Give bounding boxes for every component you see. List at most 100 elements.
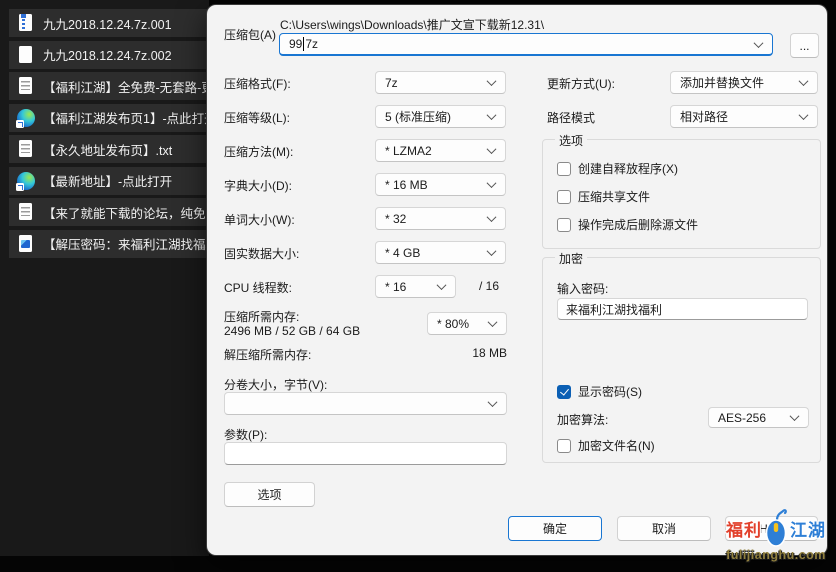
ok-button[interactable]: 确定 — [508, 516, 602, 541]
watermark-text-right: 江湖 — [790, 516, 826, 541]
options-button[interactable]: 选项 — [224, 482, 315, 507]
archive-part-file-icon — [17, 14, 35, 32]
memory-percent-select[interactable]: * 80% — [427, 312, 507, 335]
method-select[interactable]: * LZMA2 — [375, 139, 506, 162]
options-group-title: 选项 — [555, 132, 587, 149]
solid-block-select[interactable]: * 4 GB — [375, 241, 506, 264]
dictionary-select[interactable]: * 16 MB — [375, 173, 506, 196]
update-mode-select[interactable]: 添加并替换文件 — [670, 71, 818, 94]
file-name: 九九2018.12.24.7z.001 — [43, 14, 172, 33]
path-mode-value: 相对路径 — [680, 108, 728, 125]
list-item[interactable]: 【最新地址】-点此打开 — [9, 167, 209, 195]
format-select[interactable]: 7z — [375, 71, 506, 94]
delete-after-checkbox-label: 操作完成后删除源文件 — [578, 216, 698, 233]
volume-size-label: 分卷大小，字节(V): — [224, 376, 327, 393]
archive-name-input[interactable]: 997z — [279, 33, 773, 56]
add-to-archive-dialog: 压缩包(A) C:\Users\wings\Downloads\推广文宣下载新1… — [207, 5, 827, 555]
sfx-checkbox[interactable]: 创建自释放程序(X) — [557, 160, 678, 177]
cpu-threads-select[interactable]: * 16 — [375, 275, 456, 298]
mouse-icon — [763, 508, 789, 548]
cpu-threads-value: * 16 — [385, 280, 406, 294]
format-value: 7z — [385, 76, 398, 90]
archive-label: 压缩包(A) — [224, 26, 276, 43]
encryption-method-select[interactable]: AES-256 — [708, 407, 809, 428]
delete-after-checkbox[interactable]: 操作完成后删除源文件 — [557, 216, 698, 233]
update-mode-value: 添加并替换文件 — [680, 74, 764, 91]
compress-memory-detail: 2496 MB / 52 GB / 64 GB — [224, 324, 360, 338]
text-file-icon — [17, 203, 35, 221]
archive-name-before-caret: 99 — [289, 37, 302, 51]
format-label: 压缩格式(F): — [224, 75, 291, 92]
browse-button-label: ... — [799, 39, 809, 53]
encryption-group: 加密 输入密码: 显示密码(S) 加密算法: AES-256 加密文件名(N) — [542, 257, 821, 463]
file-name: 九九2018.12.24.7z.002 — [43, 45, 172, 64]
list-item[interactable]: 九九2018.12.24.7z.002 — [9, 41, 209, 69]
word-size-label: 单词大小(W): — [224, 211, 295, 228]
encrypt-filenames-checkbox[interactable]: 加密文件名(N) — [557, 437, 655, 454]
ok-button-label: 确定 — [543, 520, 567, 537]
chevron-down-icon — [790, 411, 800, 421]
checkbox-checked-icon — [557, 385, 571, 399]
path-mode-label: 路径模式 — [547, 109, 595, 126]
password-input[interactable] — [557, 298, 808, 320]
edge-shortcut-icon — [17, 172, 35, 190]
chevron-down-icon — [437, 280, 447, 290]
options-group: 选项 创建自释放程序(X) 压缩共享文件 操作完成后删除源文件 — [542, 139, 821, 249]
browse-button[interactable]: ... — [790, 33, 819, 58]
word-size-value: * 32 — [385, 212, 406, 226]
parameters-input[interactable] — [224, 442, 507, 465]
archive-name-after-caret: 7z — [305, 37, 318, 51]
show-password-checkbox[interactable]: 显示密码(S) — [557, 383, 642, 400]
file-explorer-background: 九九2018.12.24.7z.001 九九2018.12.24.7z.002 … — [0, 0, 209, 556]
parameters-label: 参数(P): — [224, 426, 267, 443]
solid-block-value: * 4 GB — [385, 246, 420, 260]
file-name: 【来了就能下载的论坛，纯免费! — [43, 203, 209, 222]
file-name: 【最新地址】-点此打开 — [43, 171, 172, 190]
blank-file-icon — [17, 46, 35, 64]
volume-size-select[interactable] — [224, 392, 507, 415]
chevron-down-icon — [487, 110, 497, 120]
shared-files-checkbox-label: 压缩共享文件 — [578, 188, 650, 205]
list-item[interactable]: 【来了就能下载的论坛，纯免费! — [9, 198, 209, 226]
checkbox-unchecked-icon — [557, 162, 571, 176]
update-mode-label: 更新方式(U): — [547, 75, 615, 92]
method-value: * LZMA2 — [385, 144, 432, 158]
chevron-down-icon — [487, 178, 497, 188]
chevron-down-icon — [487, 246, 497, 256]
solid-block-label: 固实数据大小: — [224, 245, 299, 262]
list-item[interactable]: 【福利江湖】全免费-无套路-更新 — [9, 72, 209, 100]
options-button-label: 选项 — [257, 486, 281, 503]
encryption-group-title: 加密 — [555, 250, 587, 267]
sfx-checkbox-label: 创建自释放程序(X) — [578, 160, 678, 177]
chevron-down-icon — [488, 317, 498, 327]
file-name: 【解压密码：来福利江湖找福利】 — [43, 234, 209, 253]
path-mode-select[interactable]: 相对路径 — [670, 105, 818, 128]
cancel-button[interactable]: 取消 — [617, 516, 711, 541]
checkbox-unchecked-icon — [557, 439, 571, 453]
encryption-method-value: AES-256 — [718, 411, 766, 425]
word-size-select[interactable]: * 32 — [375, 207, 506, 230]
chevron-down-icon — [487, 144, 497, 154]
list-item[interactable]: 九九2018.12.24.7z.001 — [9, 9, 209, 37]
password-label: 输入密码: — [557, 280, 608, 297]
list-item[interactable]: 【永久地址发布页】.txt — [9, 135, 209, 163]
chevron-down-icon — [487, 76, 497, 86]
image-file-icon — [17, 235, 35, 253]
shared-files-checkbox[interactable]: 压缩共享文件 — [557, 188, 650, 205]
level-select[interactable]: 5 (标准压缩) — [375, 105, 506, 128]
decompress-memory-label: 解压缩所需内存: — [224, 346, 311, 363]
method-label: 压缩方法(M): — [224, 143, 293, 160]
chevron-down-icon — [799, 110, 809, 120]
encrypt-filenames-label: 加密文件名(N) — [578, 437, 655, 454]
compress-memory-label: 压缩所需内存: — [224, 308, 299, 325]
list-item[interactable]: 【福利江湖发布页1】-点此打开 — [9, 104, 209, 132]
watermark-logo: 福利 江湖 fulijianghu.com — [716, 506, 836, 570]
file-name: 【福利江湖】全免费-无套路-更新 — [43, 77, 209, 96]
cpu-threads-label: CPU 线程数: — [224, 279, 292, 296]
text-file-icon — [17, 140, 35, 158]
watermark-text-left: 福利 — [726, 516, 762, 541]
encryption-method-label: 加密算法: — [557, 411, 608, 428]
list-item[interactable]: 【解压密码：来福利江湖找福利】 — [9, 230, 209, 258]
file-name: 【福利江湖发布页1】-点此打开 — [43, 108, 209, 127]
checkbox-unchecked-icon — [557, 190, 571, 204]
